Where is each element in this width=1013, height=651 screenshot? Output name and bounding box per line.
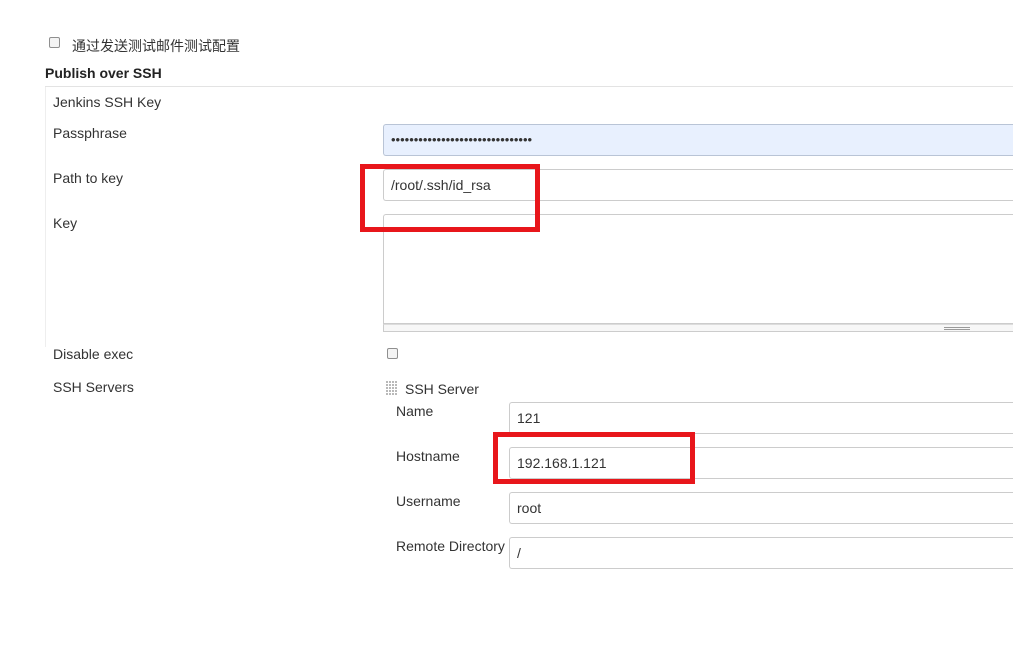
resize-grip-icon bbox=[944, 327, 970, 328]
jenkins-ssh-key-label: Jenkins SSH Key bbox=[53, 94, 162, 110]
drag-handle-icon[interactable] bbox=[386, 381, 398, 397]
username-label: Username bbox=[396, 493, 461, 509]
disable-exec-checkbox[interactable] bbox=[387, 348, 398, 359]
passphrase-field[interactable]: ••••••••••••••••••••••••••••••• bbox=[383, 124, 1013, 156]
hostname-label: Hostname bbox=[396, 448, 460, 464]
highlight-box-path-to-key bbox=[360, 164, 540, 232]
username-input[interactable]: root bbox=[509, 492, 1013, 524]
path-to-key-label: Path to key bbox=[53, 170, 124, 186]
ssh-servers-label: SSH Servers bbox=[53, 379, 134, 395]
test-email-checkbox[interactable] bbox=[49, 37, 60, 48]
server-name-label: Name bbox=[396, 403, 434, 419]
ssh-server-header: SSH Server bbox=[405, 381, 479, 397]
section-title-publish-over-ssh: Publish over SSH bbox=[45, 65, 162, 81]
remote-directory-input[interactable]: / bbox=[509, 537, 1013, 569]
passphrase-label: Passphrase bbox=[53, 125, 127, 141]
highlight-box-hostname bbox=[493, 432, 695, 484]
remote-directory-label: Remote Directory bbox=[396, 538, 505, 554]
key-textarea-resize-handle[interactable] bbox=[383, 324, 1013, 332]
disable-exec-label: Disable exec bbox=[53, 346, 134, 362]
test-email-label: 通过发送测试邮件测试配置 bbox=[72, 38, 240, 54]
resize-grip-icon-line bbox=[944, 329, 970, 330]
server-name-input[interactable]: 121 bbox=[509, 402, 1013, 434]
section-divider bbox=[45, 86, 1013, 87]
key-label: Key bbox=[53, 215, 78, 231]
section-left-border bbox=[45, 87, 46, 347]
